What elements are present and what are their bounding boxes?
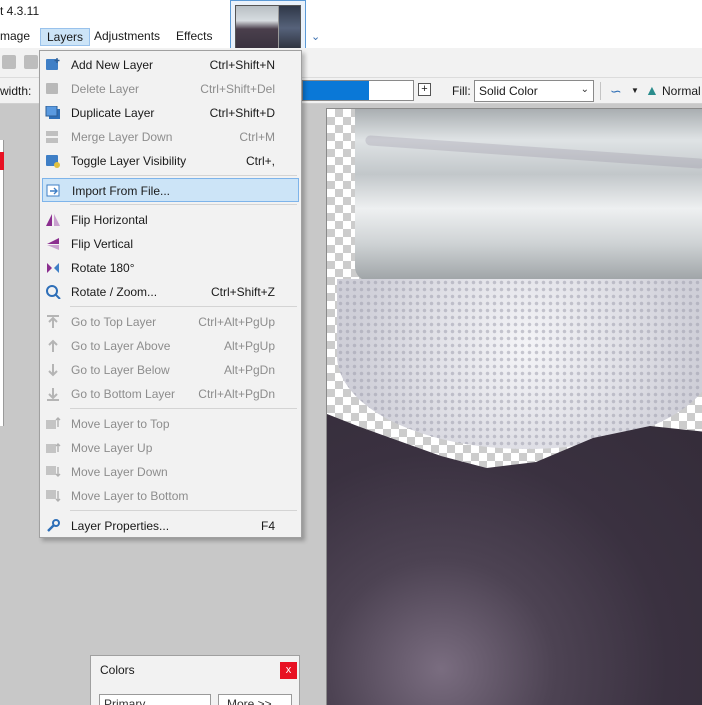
dropdown-arrow-icon[interactable]: ▼: [631, 86, 639, 95]
go-above-icon: [45, 339, 61, 353]
menu-image[interactable]: mage: [0, 28, 36, 46]
go-bottom-icon: [45, 387, 61, 401]
layers-menu: Add New Layer Ctrl+Shift+N Delete Layer …: [39, 50, 302, 538]
menu-item-move-layer-down[interactable]: Move Layer Down: [42, 460, 299, 484]
menu-layers[interactable]: Layers: [40, 28, 91, 46]
menu-item-go-to-top-layer[interactable]: Go to Top Layer Ctrl+Alt+PgUp: [42, 310, 299, 334]
flip-horizontal-icon: [45, 213, 61, 227]
more-button[interactable]: More >>: [218, 694, 292, 705]
close-icon[interactable]: x: [280, 662, 297, 679]
increase-width-button[interactable]: +: [418, 83, 431, 96]
colors-panel-title: Colors: [100, 663, 135, 677]
menu-item-merge-layer-down[interactable]: Merge Layer Down Ctrl+M: [42, 125, 299, 149]
dark-fabric-region: [327, 414, 702, 705]
menu-item-go-to-layer-above[interactable]: Go to Layer Above Alt+PgUp: [42, 334, 299, 358]
go-below-icon: [45, 363, 61, 377]
menu-item-go-to-bottom-layer[interactable]: Go to Bottom Layer Ctrl+Alt+PgDn: [42, 382, 299, 406]
brush-width-slider[interactable]: [302, 80, 414, 101]
primary-color-select[interactable]: Primary: [99, 694, 211, 705]
rotate-180-icon: [45, 261, 61, 275]
menu-item-rotate-180[interactable]: Rotate 180°: [42, 256, 299, 280]
wrench-icon: [45, 519, 61, 533]
menu-effects[interactable]: Effects: [170, 28, 218, 46]
fill-label: Fill:: [452, 84, 471, 98]
lace-region: [337, 279, 702, 449]
menu-item-layer-properties[interactable]: Layer Properties... F4: [42, 514, 299, 538]
cut-icon[interactable]: [2, 55, 16, 69]
delete-layer-icon: [45, 82, 61, 96]
blend-mode-icon[interactable]: ▲: [645, 82, 659, 98]
menu-adjustments[interactable]: Adjustments: [88, 28, 166, 46]
menu-item-rotate-zoom[interactable]: Rotate / Zoom... Ctrl+Shift+Z: [42, 280, 299, 304]
menu-separator: [70, 510, 297, 511]
rotate-zoom-icon: [45, 285, 61, 300]
menu-item-duplicate-layer[interactable]: Duplicate Layer Ctrl+Shift+D: [42, 101, 299, 125]
move-up-icon: [45, 441, 61, 455]
move-down-icon: [45, 465, 61, 479]
menu-item-toggle-visibility[interactable]: Toggle Layer Visibility Ctrl+,: [42, 149, 299, 173]
menu-item-add-new-layer[interactable]: Add New Layer Ctrl+Shift+N: [42, 53, 299, 77]
window-title: t 4.3.11: [0, 4, 40, 18]
menu-separator: [70, 306, 297, 307]
fill-mode-value: Solid Color: [479, 84, 538, 98]
menu-item-import-from-file[interactable]: Import From File...: [42, 178, 299, 202]
copy-icon[interactable]: [24, 55, 38, 69]
menu-separator: [70, 204, 297, 205]
brush-width-label: width:: [0, 84, 32, 98]
duplicate-layer-icon: [45, 105, 61, 120]
blend-mode-value[interactable]: Normal: [662, 84, 701, 98]
menu-item-flip-horizontal[interactable]: Flip Horizontal: [42, 208, 299, 232]
fill-mode-select[interactable]: Solid Color ⌄: [474, 80, 594, 102]
merge-down-icon: [45, 130, 61, 144]
menu-item-delete-layer[interactable]: Delete Layer Ctrl+Shift+Del: [42, 77, 299, 101]
panel-close-icon: [0, 152, 4, 170]
colors-panel: Colors x Primary More >>: [90, 655, 300, 705]
image-canvas[interactable]: [326, 108, 702, 705]
menu-item-move-layer-to-top[interactable]: Move Layer to Top: [42, 412, 299, 436]
menu-item-move-layer-to-bottom[interactable]: Move Layer to Bottom: [42, 484, 299, 508]
menu-item-flip-vertical[interactable]: Flip Vertical: [42, 232, 299, 256]
tools-panel-edge: [0, 140, 4, 426]
move-bottom-icon: [45, 489, 61, 503]
menu-bar: mage Layers Adjustments Effects: [0, 24, 702, 48]
go-top-icon: [45, 315, 61, 329]
menu-item-go-to-layer-below[interactable]: Go to Layer Below Alt+PgDn: [42, 358, 299, 382]
flip-vertical-icon: [45, 237, 61, 251]
menu-separator: [70, 408, 297, 409]
add-layer-icon: [45, 58, 61, 72]
silk-fabric-region: [355, 109, 702, 281]
title-bar: t 4.3.11: [0, 0, 702, 24]
visibility-icon: [45, 154, 61, 168]
toolbar-divider: [600, 82, 601, 100]
move-top-icon: [45, 417, 61, 431]
import-file-icon: [46, 184, 62, 198]
menu-separator: [70, 175, 297, 176]
image-thumbnail: [235, 5, 301, 49]
antialias-curve-icon[interactable]: ∽: [610, 83, 622, 100]
tab-list-chevron-icon[interactable]: ⌄: [311, 30, 320, 43]
menu-item-move-layer-up[interactable]: Move Layer Up: [42, 436, 299, 460]
chevron-down-icon: ⌄: [580, 84, 589, 95]
